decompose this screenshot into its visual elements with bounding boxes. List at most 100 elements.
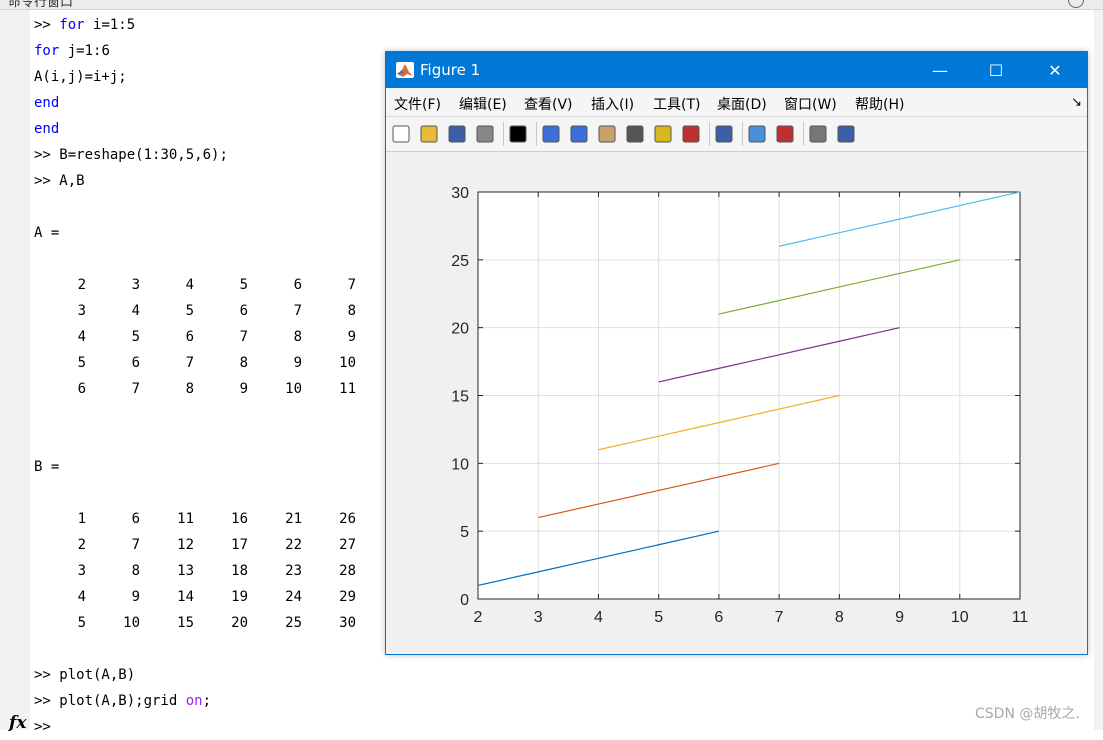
code-token: A = — [34, 225, 60, 241]
matrix-b-cell: 20 — [231, 615, 248, 631]
x-tick-label: 10 — [951, 609, 969, 626]
matrix-b-cell: 3 — [77, 563, 86, 579]
y-tick-label: 20 — [451, 321, 469, 338]
command-window-title: 命令行窗口 — [8, 0, 74, 10]
matrix-a-cell: 5 — [185, 303, 194, 319]
matrix-a-row: 5 6 7 8 9 10 — [34, 350, 374, 376]
matrix-a-cell: 7 — [239, 329, 248, 345]
close-button[interactable]: ✕ — [1032, 52, 1078, 88]
y-tick-label: 25 — [451, 253, 469, 270]
code-token: >> — [34, 147, 60, 163]
menu-item[interactable]: 桌面(D) — [717, 94, 767, 114]
command-line: end — [34, 90, 59, 116]
y-tick-label: 0 — [460, 592, 469, 609]
command-line: >> plot(A,B);grid on; — [34, 688, 211, 714]
figure-menubar: 文件(F) 编辑(E) 查看(V) 插入(I) 工具(T) 桌面(D) 窗口(W) 帮助(H)… — [386, 88, 1087, 117]
figure-titlebar[interactable]: Figure 1 — ☐ ✕ — [386, 52, 1087, 88]
keyword-token: for — [34, 43, 60, 59]
matrix-b-row: 1 6 11 16 21 26 — [34, 506, 374, 532]
open-file-icon[interactable] — [418, 123, 440, 145]
legend-icon[interactable] — [774, 123, 796, 145]
matrix-a-cell: 7 — [293, 303, 302, 319]
y-tick-label: 15 — [451, 389, 469, 406]
menu-item[interactable]: 窗口(W) — [784, 94, 837, 114]
plot-axes[interactable]: 2 3 4 5 6 7 8 9 10 11 0 5 10 15 20 25 30 — [386, 152, 1087, 654]
menu-item[interactable]: 编辑(E) — [459, 94, 507, 114]
hide-plot-tools-icon[interactable] — [807, 123, 829, 145]
menu-item[interactable]: 查看(V) — [524, 94, 573, 114]
colorbar-icon[interactable] — [746, 123, 768, 145]
matrix-b-cell: 4 — [77, 589, 86, 605]
brush-icon[interactable] — [680, 123, 702, 145]
matrix-b-cell: 22 — [285, 537, 302, 553]
code-token: B = — [34, 459, 60, 475]
code-token: i=1:5 — [84, 17, 136, 33]
fx-icon[interactable]: fx — [9, 713, 26, 733]
panel-options-icon[interactable] — [1068, 0, 1084, 8]
y-tick-label: 30 — [451, 185, 469, 202]
matrix-a-cell: 4 — [131, 303, 140, 319]
zoom-in-icon[interactable] — [540, 123, 562, 145]
matrix-a-cell: 5 — [77, 355, 86, 371]
matrix-a-cell: 3 — [77, 303, 86, 319]
matrix-b-cell: 26 — [339, 511, 356, 527]
command-line: >> A,B — [34, 168, 85, 194]
matrix-a-cell: 6 — [293, 277, 302, 293]
link-plot-icon[interactable] — [713, 123, 735, 145]
menu-item[interactable]: 帮助(H) — [855, 94, 904, 114]
matrix-a-cell: 9 — [239, 381, 248, 397]
new-figure-icon[interactable] — [390, 123, 412, 145]
rotate-3d-icon[interactable] — [624, 123, 646, 145]
matrix-a-cell: 3 — [131, 277, 140, 293]
matrix-b-cell: 21 — [285, 511, 302, 527]
matrix-b-cell: 23 — [285, 563, 302, 579]
figure-toolbar — [386, 117, 1087, 152]
figure-window[interactable]: Figure 1 — ☐ ✕ 文件(F) 编辑(E) 查看(V) 插入(I) 工具(T)… — [385, 51, 1088, 655]
minimize-button[interactable]: — — [917, 52, 963, 88]
matrix-a-cell: 5 — [131, 329, 140, 345]
matrix-b-cell: 25 — [285, 615, 302, 631]
matrix-b-cell: 9 — [131, 589, 140, 605]
save-icon[interactable] — [446, 123, 468, 145]
command-line: >> plot(A,B) — [34, 662, 135, 688]
x-tick-label: 4 — [594, 609, 603, 626]
matrix-b-cell: 18 — [231, 563, 248, 579]
matrix-b-row: 3 8 13 18 23 28 — [34, 558, 374, 584]
matrix-a-cell: 6 — [131, 355, 140, 371]
x-tick-label: 2 — [474, 609, 483, 626]
command-window-scroll-strip[interactable] — [1094, 10, 1103, 730]
code-token: j=1:6 — [59, 43, 110, 59]
matrix-b-row: 4 9 14 19 24 29 — [34, 584, 374, 610]
pan-icon[interactable] — [596, 123, 618, 145]
toolbar-separator — [742, 122, 743, 146]
command-line: >> — [34, 714, 51, 740]
matrix-a-row: 6 7 8 9 10 11 — [34, 376, 374, 402]
matrix-b-cell: 2 — [77, 537, 86, 553]
data-cursor-icon[interactable] — [652, 123, 674, 145]
matrix-b-cell: 27 — [339, 537, 356, 553]
pointer-icon[interactable] — [507, 123, 529, 145]
matrix-a-cell: 8 — [347, 303, 356, 319]
menu-item[interactable]: 工具(T) — [653, 94, 700, 114]
matrix-b-cell: 5 — [77, 615, 86, 631]
x-tick-label: 8 — [835, 609, 844, 626]
menu-overflow-icon[interactable]: ↘ — [1071, 94, 1082, 110]
x-tick-label: 5 — [654, 609, 663, 626]
x-tick-label: 7 — [775, 609, 784, 626]
watermark: CSDN @胡牧之. — [975, 706, 1080, 722]
menu-item[interactable]: 文件(F) — [394, 94, 441, 114]
print-icon[interactable] — [474, 123, 496, 145]
code-token: >> — [34, 173, 60, 189]
maximize-button[interactable]: ☐ — [973, 52, 1019, 88]
matrix-a-cell: 5 — [239, 277, 248, 293]
menu-item[interactable]: 插入(I) — [591, 94, 634, 114]
code-token: B=reshape(1:30,5,6); — [59, 147, 228, 163]
x-tick-label: 11 — [1012, 609, 1029, 626]
show-plot-tools-icon[interactable] — [835, 123, 857, 145]
x-tick-label: 6 — [714, 609, 723, 626]
code-token: A,B — [59, 173, 85, 189]
matrix-b-cell: 7 — [131, 537, 140, 553]
matlab-logo-icon — [396, 62, 414, 78]
zoom-out-icon[interactable] — [568, 123, 590, 145]
figure-canvas[interactable]: 2 3 4 5 6 7 8 9 10 11 0 5 10 15 20 25 30 — [386, 152, 1087, 654]
